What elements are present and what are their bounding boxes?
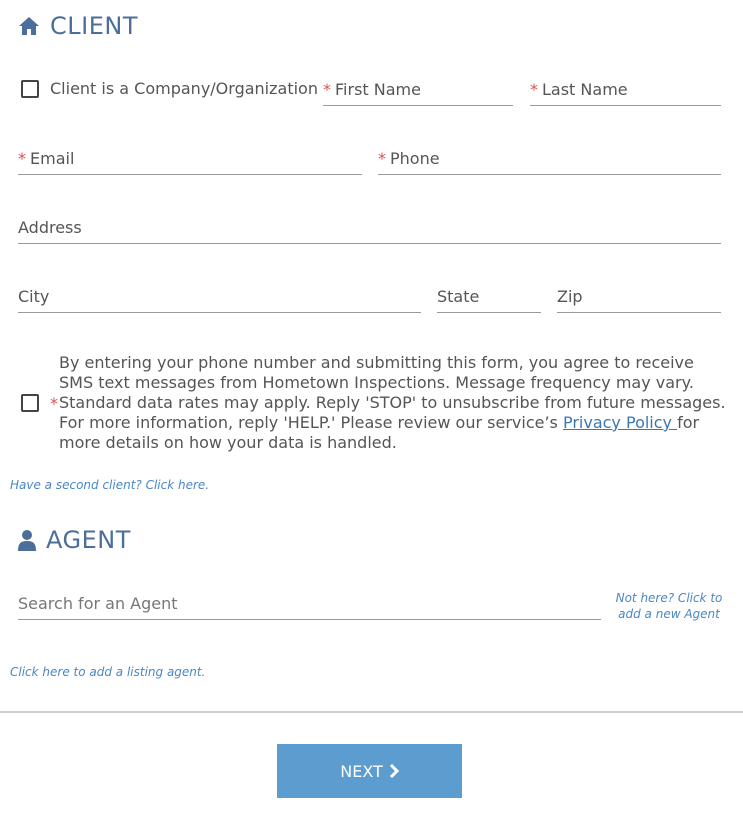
first-name-field[interactable]: * First Name xyxy=(323,74,513,106)
required-marker: * xyxy=(18,149,26,168)
required-marker: * xyxy=(378,149,386,168)
company-checkbox-label: Client is a Company/Organization xyxy=(50,79,318,98)
last-name-label: Last Name xyxy=(542,80,628,99)
agent-section-title: AGENT xyxy=(18,526,131,554)
first-name-label: First Name xyxy=(335,80,421,99)
zip-label: Zip xyxy=(557,287,583,306)
agent-title-text: AGENT xyxy=(46,526,131,554)
company-checkbox[interactable] xyxy=(21,80,39,98)
city-field[interactable]: City xyxy=(18,281,421,313)
footer-divider xyxy=(0,711,743,713)
second-client-link[interactable]: Have a second client? Click here. xyxy=(10,478,209,492)
email-label: Email xyxy=(30,149,75,168)
sms-consent-text: By entering your phone number and submit… xyxy=(59,353,729,453)
city-label: City xyxy=(18,287,50,306)
add-new-agent-link[interactable]: Not here? Click to add a new Agent xyxy=(614,590,724,622)
address-label: Address xyxy=(18,218,82,237)
email-field[interactable]: * Email xyxy=(18,143,362,175)
phone-field[interactable]: * Phone xyxy=(378,143,721,175)
state-field[interactable]: State xyxy=(437,281,541,313)
required-marker: * xyxy=(323,80,331,99)
home-icon xyxy=(18,16,40,36)
state-label: State xyxy=(437,287,480,306)
sms-consent-checkbox[interactable] xyxy=(21,394,39,412)
agent-search-field[interactable] xyxy=(18,586,601,620)
listing-agent-link[interactable]: Click here to add a listing agent. xyxy=(10,665,205,679)
next-button[interactable]: NEXT xyxy=(277,744,462,798)
zip-field[interactable]: Zip xyxy=(557,281,721,313)
client-section-title: CLIENT xyxy=(18,12,138,40)
user-icon xyxy=(18,529,36,551)
address-field[interactable]: Address xyxy=(18,212,721,244)
required-marker: * xyxy=(530,80,538,99)
client-title-text: CLIENT xyxy=(50,12,138,40)
privacy-policy-link[interactable]: Privacy Policy xyxy=(563,413,677,432)
next-button-label: NEXT xyxy=(340,761,383,781)
last-name-field[interactable]: * Last Name xyxy=(530,74,721,106)
required-marker: * xyxy=(50,394,58,413)
phone-label: Phone xyxy=(390,149,440,168)
agent-search-input[interactable] xyxy=(18,594,601,613)
chevron-right-icon xyxy=(389,764,399,778)
